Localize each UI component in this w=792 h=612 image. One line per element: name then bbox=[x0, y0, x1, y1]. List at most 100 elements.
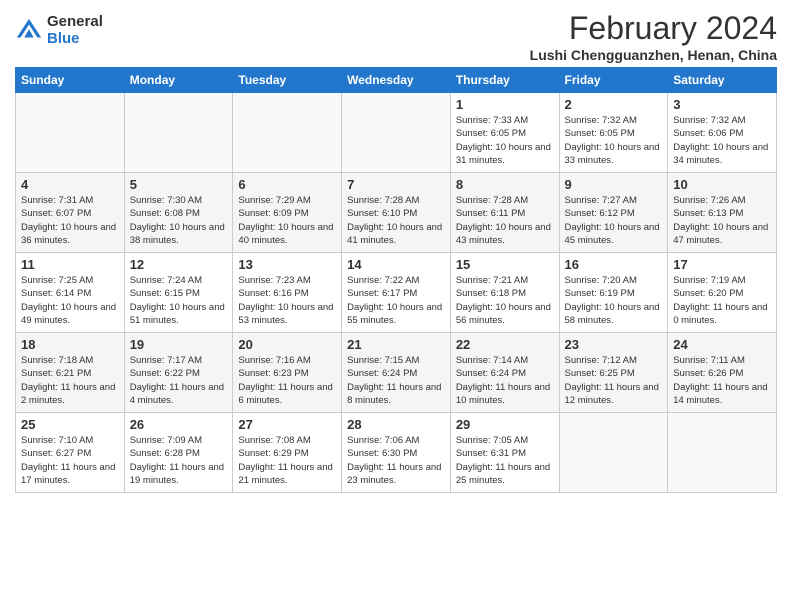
calendar-cell bbox=[342, 93, 451, 173]
logo-general-text: General bbox=[47, 14, 103, 31]
logo-text: General Blue bbox=[47, 14, 103, 47]
day-number: 14 bbox=[347, 257, 445, 272]
day-number: 2 bbox=[565, 97, 663, 112]
calendar-cell: 8Sunrise: 7:28 AMSunset: 6:11 PMDaylight… bbox=[450, 173, 559, 253]
day-number: 15 bbox=[456, 257, 554, 272]
day-number: 20 bbox=[238, 337, 336, 352]
calendar-cell: 4Sunrise: 7:31 AMSunset: 6:07 PMDaylight… bbox=[16, 173, 125, 253]
calendar-cell: 18 Sunrise: 7:18 AMSunset: 6:21 PMDayligh… bbox=[16, 333, 125, 413]
location-title: Lushi Chengguanzhen, Henan, China bbox=[530, 47, 777, 63]
calendar-cell: 22 Sunrise: 7:14 AMSunset: 6:24 PMDayligh… bbox=[450, 333, 559, 413]
day-info: Sunrise: 7:30 AMSunset: 6:08 PMDaylight:… bbox=[130, 194, 228, 247]
calendar-cell: 27Sunrise: 7:08 AMSunset: 6:29 PMDayligh… bbox=[233, 413, 342, 493]
day-number: 17 bbox=[673, 257, 771, 272]
logo-blue-text: Blue bbox=[47, 31, 103, 48]
day-info: Sunrise: 7:16 AMSunset: 6:23 PMDaylight:… bbox=[238, 354, 336, 407]
calendar-table: SundayMondayTuesdayWednesdayThursdayFrid… bbox=[15, 67, 777, 493]
calendar-cell: 10 Sunrise: 7:26 AMSunset: 6:13 PMDayligh… bbox=[668, 173, 777, 253]
weekday-header-tuesday: Tuesday bbox=[233, 68, 342, 93]
weekday-header-thursday: Thursday bbox=[450, 68, 559, 93]
day-number: 28 bbox=[347, 417, 445, 432]
day-info: Sunrise: 7:33 AMSunset: 6:05 PMDaylight:… bbox=[456, 114, 554, 167]
day-info: Sunrise: 7:32 AMSunset: 6:05 PMDaylight:… bbox=[565, 114, 663, 167]
day-number: 10 bbox=[673, 177, 771, 192]
day-info: Sunrise: 7:09 AMSunset: 6:28 PMDaylight:… bbox=[130, 434, 228, 487]
calendar-cell: 3 Sunrise: 7:32 AMSunset: 6:06 PMDaylight… bbox=[668, 93, 777, 173]
day-number: 5 bbox=[130, 177, 228, 192]
day-info: Sunrise: 7:27 AMSunset: 6:12 PMDaylight:… bbox=[565, 194, 663, 247]
day-number: 21 bbox=[347, 337, 445, 352]
day-number: 19 bbox=[130, 337, 228, 352]
day-number: 18 bbox=[21, 337, 119, 352]
calendar-cell: 26Sunrise: 7:09 AMSunset: 6:28 PMDayligh… bbox=[124, 413, 233, 493]
calendar-cell: 20 Sunrise: 7:16 AMSunset: 6:23 PMDayligh… bbox=[233, 333, 342, 413]
day-info: Sunrise: 7:18 AMSunset: 6:21 PMDaylight:… bbox=[21, 354, 119, 407]
day-info: Sunrise: 7:10 AMSunset: 6:27 PMDaylight:… bbox=[21, 434, 119, 487]
weekday-header-row: SundayMondayTuesdayWednesdayThursdayFrid… bbox=[16, 68, 777, 93]
day-number: 7 bbox=[347, 177, 445, 192]
day-info: Sunrise: 7:32 AMSunset: 6:06 PMDaylight:… bbox=[673, 114, 771, 167]
day-number: 22 bbox=[456, 337, 554, 352]
calendar-cell: 28Sunrise: 7:06 AMSunset: 6:30 PMDayligh… bbox=[342, 413, 451, 493]
month-title: February 2024 bbox=[530, 10, 777, 47]
calendar-cell bbox=[559, 413, 668, 493]
day-info: Sunrise: 7:19 AMSunset: 6:20 PMDaylight:… bbox=[673, 274, 771, 327]
day-number: 13 bbox=[238, 257, 336, 272]
calendar-cell bbox=[16, 93, 125, 173]
day-info: Sunrise: 7:29 AMSunset: 6:09 PMDaylight:… bbox=[238, 194, 336, 247]
day-number: 16 bbox=[565, 257, 663, 272]
calendar-week-row: 11 Sunrise: 7:25 AMSunset: 6:14 PMDayligh… bbox=[16, 253, 777, 333]
calendar-cell: 21 Sunrise: 7:15 AMSunset: 6:24 PMDayligh… bbox=[342, 333, 451, 413]
calendar-cell: 16 Sunrise: 7:20 AMSunset: 6:19 PMDayligh… bbox=[559, 253, 668, 333]
day-number: 25 bbox=[21, 417, 119, 432]
day-info: Sunrise: 7:08 AMSunset: 6:29 PMDaylight:… bbox=[238, 434, 336, 487]
calendar-week-row: 18 Sunrise: 7:18 AMSunset: 6:21 PMDayligh… bbox=[16, 333, 777, 413]
weekday-header-wednesday: Wednesday bbox=[342, 68, 451, 93]
day-info: Sunrise: 7:20 AMSunset: 6:19 PMDaylight:… bbox=[565, 274, 663, 327]
calendar-cell bbox=[668, 413, 777, 493]
calendar-cell: 5 Sunrise: 7:30 AMSunset: 6:08 PMDaylight… bbox=[124, 173, 233, 253]
calendar-week-row: 25 Sunrise: 7:10 AMSunset: 6:27 PMDayligh… bbox=[16, 413, 777, 493]
day-info: Sunrise: 7:24 AMSunset: 6:15 PMDaylight:… bbox=[130, 274, 228, 327]
day-number: 11 bbox=[21, 257, 119, 272]
logo: General Blue bbox=[15, 14, 103, 47]
day-number: 29 bbox=[456, 417, 554, 432]
day-number: 1 bbox=[456, 97, 554, 112]
day-info: Sunrise: 7:11 AMSunset: 6:26 PMDaylight:… bbox=[673, 354, 771, 407]
day-number: 12 bbox=[130, 257, 228, 272]
weekday-header-sunday: Sunday bbox=[16, 68, 125, 93]
calendar-cell: 25 Sunrise: 7:10 AMSunset: 6:27 PMDayligh… bbox=[16, 413, 125, 493]
calendar-cell: 1 Sunrise: 7:33 AMSunset: 6:05 PMDaylight… bbox=[450, 93, 559, 173]
calendar-cell: 15Sunrise: 7:21 AMSunset: 6:18 PMDayligh… bbox=[450, 253, 559, 333]
calendar-week-row: 4Sunrise: 7:31 AMSunset: 6:07 PMDaylight… bbox=[16, 173, 777, 253]
calendar-cell: 7 Sunrise: 7:28 AMSunset: 6:10 PMDaylight… bbox=[342, 173, 451, 253]
calendar-cell bbox=[124, 93, 233, 173]
day-number: 23 bbox=[565, 337, 663, 352]
day-info: Sunrise: 7:22 AMSunset: 6:17 PMDaylight:… bbox=[347, 274, 445, 327]
day-number: 4 bbox=[21, 177, 119, 192]
day-info: Sunrise: 7:17 AMSunset: 6:22 PMDaylight:… bbox=[130, 354, 228, 407]
day-info: Sunrise: 7:05 AMSunset: 6:31 PMDaylight:… bbox=[456, 434, 554, 487]
day-info: Sunrise: 7:15 AMSunset: 6:24 PMDaylight:… bbox=[347, 354, 445, 407]
day-info: Sunrise: 7:28 AMSunset: 6:11 PMDaylight:… bbox=[456, 194, 554, 247]
title-area: February 2024 Lushi Chengguanzhen, Henan… bbox=[530, 10, 777, 63]
header: General Blue February 2024 Lushi Chenggu… bbox=[15, 10, 777, 63]
calendar-cell: 2 Sunrise: 7:32 AMSunset: 6:05 PMDaylight… bbox=[559, 93, 668, 173]
logo-icon bbox=[15, 17, 43, 45]
day-info: Sunrise: 7:28 AMSunset: 6:10 PMDaylight:… bbox=[347, 194, 445, 247]
day-info: Sunrise: 7:26 AMSunset: 6:13 PMDaylight:… bbox=[673, 194, 771, 247]
calendar-cell: 19 Sunrise: 7:17 AMSunset: 6:22 PMDayligh… bbox=[124, 333, 233, 413]
day-info: Sunrise: 7:12 AMSunset: 6:25 PMDaylight:… bbox=[565, 354, 663, 407]
day-info: Sunrise: 7:23 AMSunset: 6:16 PMDaylight:… bbox=[238, 274, 336, 327]
calendar-cell: 6Sunrise: 7:29 AMSunset: 6:09 PMDaylight… bbox=[233, 173, 342, 253]
day-number: 24 bbox=[673, 337, 771, 352]
calendar-cell bbox=[233, 93, 342, 173]
day-number: 9 bbox=[565, 177, 663, 192]
day-number: 3 bbox=[673, 97, 771, 112]
weekday-header-saturday: Saturday bbox=[668, 68, 777, 93]
calendar-cell: 14 Sunrise: 7:22 AMSunset: 6:17 PMDayligh… bbox=[342, 253, 451, 333]
day-info: Sunrise: 7:14 AMSunset: 6:24 PMDaylight:… bbox=[456, 354, 554, 407]
calendar-cell: 17 Sunrise: 7:19 AMSunset: 6:20 PMDayligh… bbox=[668, 253, 777, 333]
day-info: Sunrise: 7:25 AMSunset: 6:14 PMDaylight:… bbox=[21, 274, 119, 327]
calendar-cell: 13 Sunrise: 7:23 AMSunset: 6:16 PMDayligh… bbox=[233, 253, 342, 333]
